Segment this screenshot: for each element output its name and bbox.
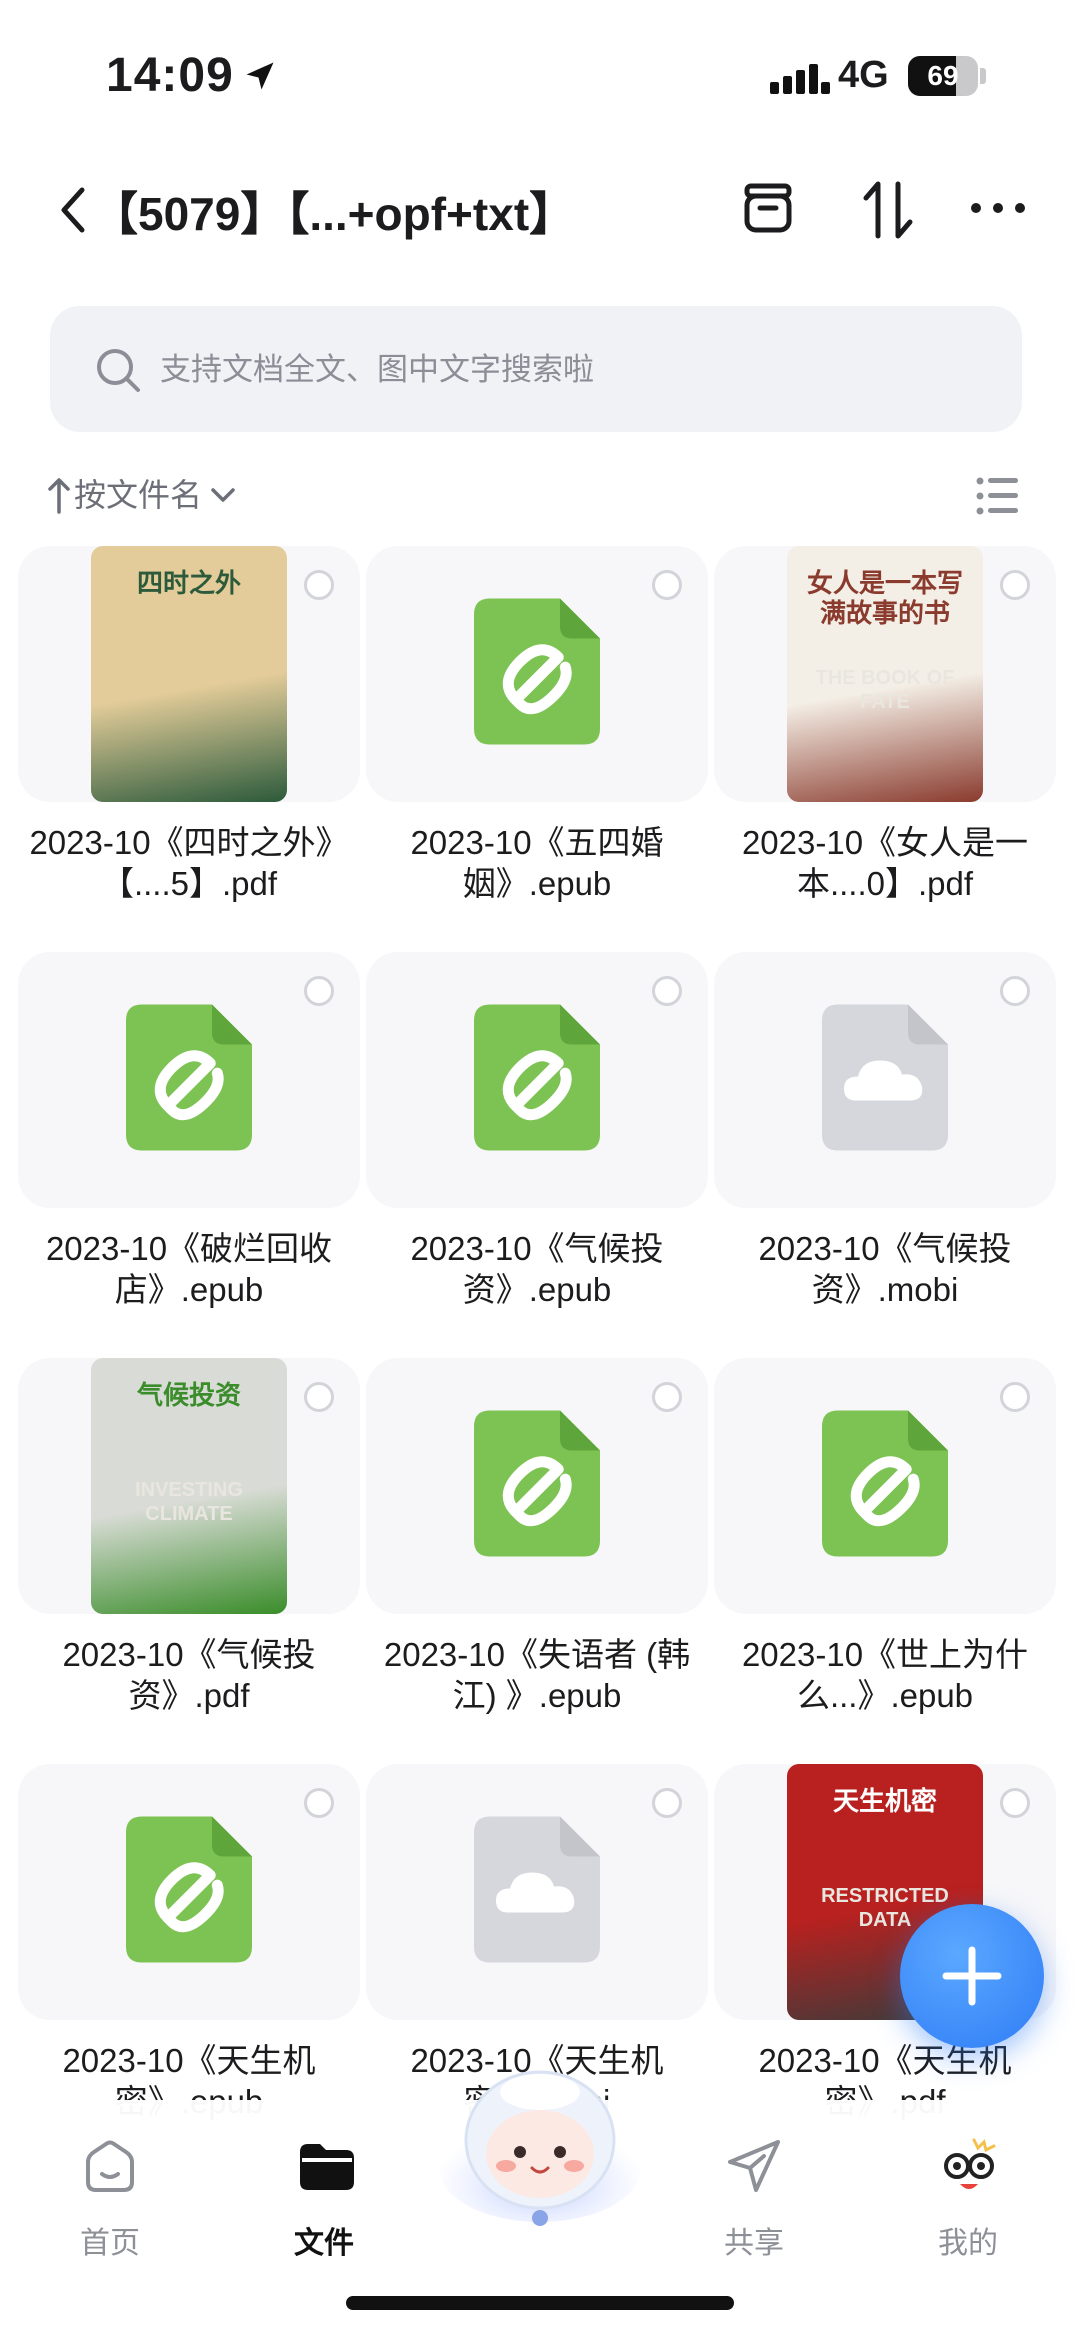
add-fab-button[interactable] [900, 1904, 1044, 2048]
more-horizontal-icon[interactable] [968, 178, 1028, 238]
book-cover: 气候投资 INVESTING CLIMATE [91, 1358, 287, 1614]
file-thumbnail [822, 1410, 948, 1562]
file-card[interactable] [366, 1764, 708, 2020]
network-type: 4G [838, 54, 889, 96]
file-name: 2023-10《破烂回收店》.epub [45, 1230, 333, 1308]
plus-icon [942, 1946, 1002, 2006]
cover-title: 女人是一本写满故事的书 [806, 568, 963, 628]
file-name: 2023-10《五四婚姻》.epub [410, 824, 664, 902]
book-cover: 女人是一本写满故事的书 THE BOOK OF FATE [787, 546, 983, 802]
profile-face-icon [944, 2138, 996, 2189]
file-name: 2023-10《失语者 (韩江) 》.epub [383, 1636, 691, 1714]
battery-level: 69 [927, 60, 959, 91]
file-thumbnail [474, 1004, 600, 1156]
tab-home-label: 首页 [80, 2227, 140, 2260]
sort-updown-icon[interactable] [858, 178, 918, 242]
file-thumbnail [822, 1004, 948, 1156]
chevron-left-icon[interactable] [58, 180, 88, 240]
arrow-up-icon [48, 478, 70, 514]
select-checkbox[interactable] [652, 976, 682, 1006]
file-thumbnail [474, 1410, 600, 1562]
home-indicator [346, 2296, 734, 2310]
epub-file-icon [474, 1410, 600, 1557]
search-input[interactable] [158, 306, 982, 434]
battery-cap [980, 68, 986, 84]
file-thumbnail [474, 1816, 600, 1968]
tab-profile[interactable]: 我的 [898, 2118, 1038, 2278]
select-checkbox[interactable] [1000, 1788, 1030, 1818]
select-checkbox[interactable] [1000, 1382, 1030, 1412]
archive-icon[interactable] [738, 178, 798, 238]
epub-file-icon [474, 1004, 600, 1151]
file-name: 2023-10《气候投资》.epub [410, 1230, 664, 1308]
location-arrow-icon [246, 62, 274, 90]
folder-icon [300, 2144, 354, 2190]
select-checkbox[interactable] [1000, 976, 1030, 1006]
select-checkbox[interactable] [304, 570, 334, 600]
file-thumbnail: 气候投资 INVESTING CLIMATE [91, 1358, 287, 1614]
home-icon [86, 2140, 134, 2192]
file-thumbnail: 四时之外 [91, 546, 287, 802]
share-send-icon [728, 2140, 780, 2192]
epub-file-icon [126, 1816, 252, 1963]
tab-files-label: 文件 [294, 2227, 354, 2260]
tab-share-label: 共享 [724, 2227, 784, 2260]
file-card[interactable] [18, 952, 360, 1208]
signal-bars-icon [770, 64, 830, 94]
status-time: 14:09 [106, 49, 234, 102]
file-name: 2023-10《气候投资》.pdf [62, 1636, 316, 1714]
file-card[interactable] [18, 1764, 360, 2020]
file-name: 2023-10《世上为什么...》.epub [741, 1636, 1029, 1714]
cover-subtitle: THE BOOK OF FATE [815, 667, 955, 713]
file-card[interactable] [366, 952, 708, 1208]
cover-title: 天生机密 [832, 1786, 937, 1816]
cover-title: 气候投资 [136, 1380, 241, 1410]
file-name: 2023-10《四时之外》【....5】.pdf [29, 824, 349, 902]
file-thumbnail [126, 1816, 252, 1968]
cloud-file-icon [822, 1004, 948, 1151]
file-card[interactable]: 四时之外 [18, 546, 360, 802]
chevron-down-icon [211, 488, 235, 502]
file-card[interactable] [366, 1358, 708, 1614]
file-name: 2023-10《气候投资》.mobi [758, 1230, 1012, 1308]
select-checkbox[interactable] [304, 1788, 334, 1818]
sort-label: 按文件名 [74, 477, 203, 513]
file-thumbnail [474, 598, 600, 750]
select-checkbox[interactable] [304, 976, 334, 1006]
file-name: 2023-10《女人是一本....0】.pdf [741, 824, 1029, 902]
list-view-icon[interactable] [976, 476, 1020, 516]
tab-share[interactable]: 共享 [684, 2118, 824, 2278]
sort-selector[interactable]: 按文件名 [48, 470, 240, 520]
nav-header: 【5079】【...+opf+txt】 [0, 160, 1080, 260]
epub-file-icon [126, 1004, 252, 1151]
battery-indicator: 69 [908, 56, 978, 96]
file-thumbnail [126, 1004, 252, 1156]
search-bar[interactable] [50, 306, 1022, 434]
epub-file-icon [474, 598, 600, 745]
select-checkbox[interactable] [652, 1382, 682, 1412]
file-card[interactable] [366, 546, 708, 802]
tab-home[interactable]: 首页 [40, 2118, 180, 2278]
mascot-icon[interactable] [438, 2058, 642, 2228]
file-card[interactable] [714, 1358, 1056, 1614]
tab-files[interactable]: 文件 [254, 2118, 394, 2278]
select-checkbox[interactable] [652, 1788, 682, 1818]
file-thumbnail: 女人是一本写满故事的书 THE BOOK OF FATE [787, 546, 983, 802]
select-checkbox[interactable] [652, 570, 682, 600]
select-checkbox[interactable] [1000, 570, 1030, 600]
search-icon [97, 349, 140, 392]
file-card[interactable] [714, 952, 1056, 1208]
page-title: 【5079】【...+opf+txt】 [92, 188, 576, 240]
file-card[interactable]: 气候投资 INVESTING CLIMATE [18, 1358, 360, 1614]
file-card[interactable]: 女人是一本写满故事的书 THE BOOK OF FATE [714, 546, 1056, 802]
tab-profile-label: 我的 [938, 2227, 998, 2260]
status-bar: 14:09 4G 69 [0, 0, 1080, 150]
select-checkbox[interactable] [304, 1382, 334, 1412]
cover-title: 四时之外 [136, 568, 241, 598]
cover-subtitle: INVESTING CLIMATE [135, 1479, 243, 1525]
cloud-file-icon [474, 1816, 600, 1963]
epub-file-icon [822, 1410, 948, 1557]
book-cover: 四时之外 [91, 546, 287, 802]
